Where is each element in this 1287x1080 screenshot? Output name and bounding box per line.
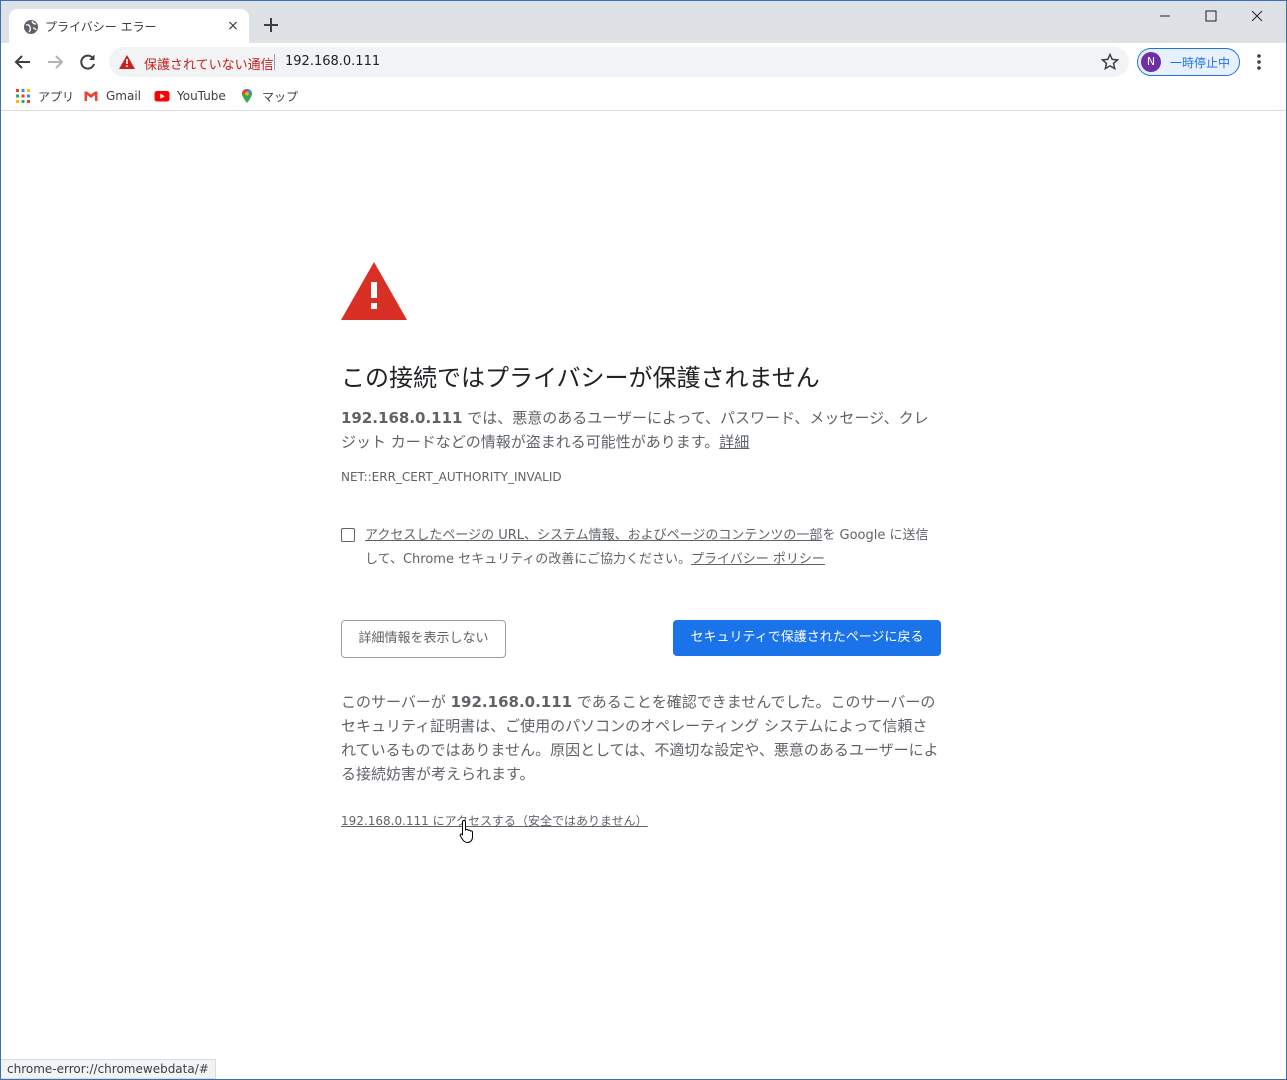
browser-window: プライバシー エラー × 保護されていない通信 192.168.0.111 N … bbox=[0, 0, 1287, 1080]
bookmark-label: アプリ bbox=[38, 89, 75, 104]
back-arrow-icon[interactable] bbox=[13, 52, 33, 72]
details-link[interactable]: 詳細 bbox=[719, 433, 749, 451]
bookmark-label: マップ bbox=[262, 89, 299, 104]
close-window-icon[interactable] bbox=[1234, 1, 1280, 31]
page-title: この接続ではプライバシーが保護されません bbox=[341, 364, 820, 392]
forward-arrow-icon[interactable] bbox=[45, 52, 65, 72]
error-code: NET::ERR_CERT_AUTHORITY_INVALID bbox=[341, 470, 562, 484]
bookmark-star-icon[interactable] bbox=[1101, 53, 1119, 71]
tab-privacy-error[interactable]: プライバシー エラー × bbox=[9, 9, 249, 43]
tab-strip: プライバシー エラー × bbox=[1, 1, 1286, 43]
bookmark-apps[interactable]: アプリ bbox=[15, 87, 74, 105]
warning-triangle-icon[interactable] bbox=[119, 55, 135, 69]
tab-title: プライバシー エラー bbox=[45, 20, 157, 34]
reload-icon[interactable] bbox=[78, 52, 98, 72]
more-menu-icon[interactable] bbox=[1249, 51, 1269, 73]
host-name: 192.168.0.111 bbox=[341, 409, 463, 427]
privacy-policy-link[interactable]: プライバシー ポリシー bbox=[691, 552, 825, 567]
details-host: 192.168.0.111 bbox=[450, 693, 573, 711]
tab-close-icon[interactable]: × bbox=[225, 18, 241, 34]
status-bar: chrome-error://chromewebdata/# bbox=[1, 1059, 216, 1079]
back-to-safety-button[interactable]: セキュリティで保護されたページに戻る bbox=[673, 620, 941, 656]
apps-grid-icon bbox=[16, 89, 30, 103]
url-text[interactable]: 192.168.0.111 bbox=[285, 54, 380, 69]
optin-text-block: アクセスしたページの URL、システム情報、およびページのコンテンツの一部を G… bbox=[365, 524, 941, 572]
hand-cursor-icon bbox=[459, 819, 473, 844]
maximize-icon[interactable] bbox=[1188, 1, 1234, 31]
youtube-icon bbox=[154, 91, 170, 102]
bookmark-maps[interactable]: マップ bbox=[239, 87, 298, 105]
avatar: N bbox=[1141, 52, 1161, 72]
optin-checkbox[interactable] bbox=[341, 528, 355, 542]
page-content: この接続ではプライバシーが保護されません 192.168.0.111 では、悪意… bbox=[1, 112, 1286, 1079]
maps-pin-icon bbox=[242, 89, 252, 103]
minimize-icon[interactable] bbox=[1142, 1, 1188, 31]
optin-data-link[interactable]: アクセスしたページの URL、システム情報、およびページのコンテンツの一部 bbox=[365, 528, 822, 543]
globe-icon bbox=[24, 20, 38, 34]
bookmark-label: Gmail bbox=[106, 89, 142, 103]
profile-button[interactable]: N 一時停止中 bbox=[1137, 48, 1240, 76]
hide-details-button[interactable]: 詳細情報を表示しない bbox=[341, 620, 506, 658]
omnibox-separator bbox=[274, 54, 275, 70]
danger-triangle-icon bbox=[341, 262, 407, 320]
gmail-icon bbox=[84, 91, 98, 101]
security-status-label[interactable]: 保護されていない通信 bbox=[144, 54, 274, 73]
new-tab-plus-icon[interactable] bbox=[261, 15, 281, 35]
bookmarks-bar: アプリ Gmail YouTube マップ bbox=[1, 81, 1286, 111]
address-bar[interactable]: 保護されていない通信 192.168.0.111 bbox=[109, 47, 1129, 77]
details-text-pre: このサーバーが bbox=[341, 693, 451, 711]
profile-status-label: 一時停止中 bbox=[1170, 56, 1231, 70]
toolbar: 保護されていない通信 192.168.0.111 N 一時停止中 bbox=[1, 43, 1286, 81]
bookmark-gmail[interactable]: Gmail bbox=[83, 87, 141, 105]
bookmark-label: YouTube bbox=[177, 89, 226, 103]
explanation-paragraph: 192.168.0.111 では、悪意のあるユーザーによって、パスワード、メッセ… bbox=[341, 406, 941, 454]
bookmark-youtube[interactable]: YouTube bbox=[154, 87, 226, 105]
details-paragraph: このサーバーが 192.168.0.111 であることを確認できませんでした。こ… bbox=[341, 690, 941, 786]
proceed-unsafe-link[interactable]: 192.168.0.111 にアクセスする（安全ではありません） bbox=[341, 812, 648, 829]
